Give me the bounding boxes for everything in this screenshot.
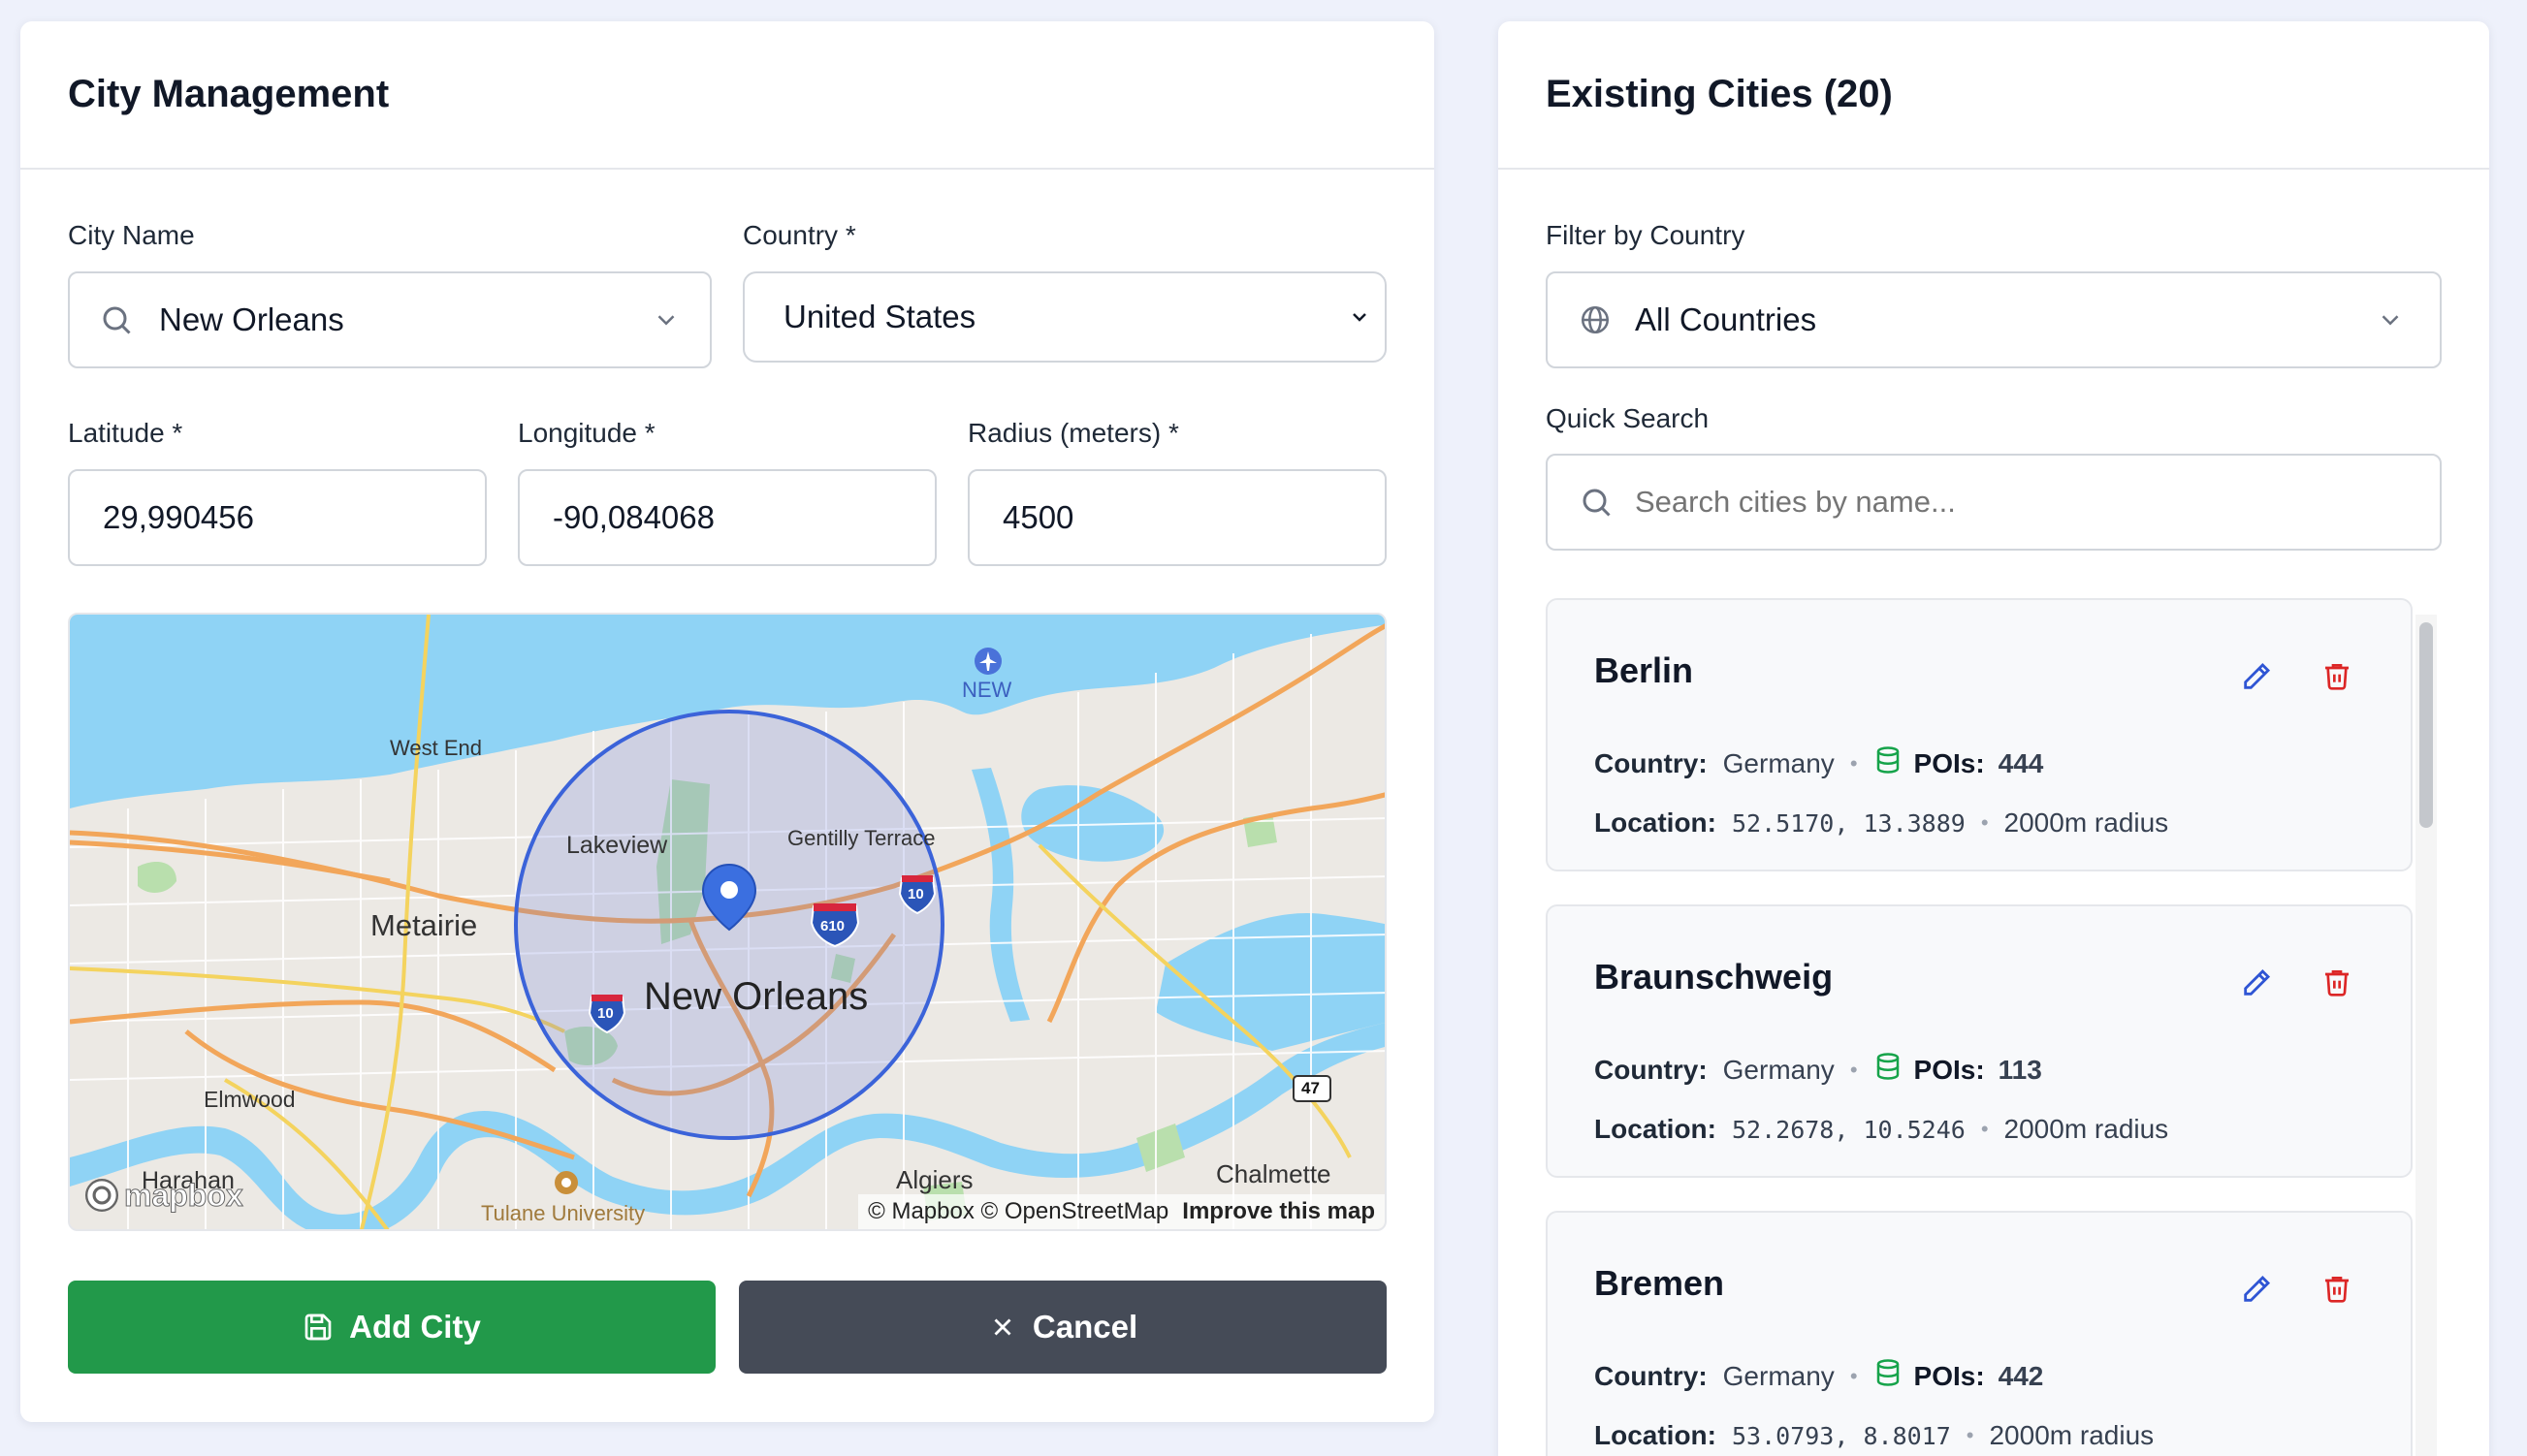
globe-icon — [1579, 303, 1612, 336]
chevron-down-icon — [2376, 305, 2405, 334]
location-key: Location: — [1594, 807, 1716, 838]
search-icon — [1579, 485, 1614, 520]
cancel-label: Cancel — [1032, 1309, 1138, 1345]
mapbox-logo[interactable]: mapbox — [83, 1177, 243, 1214]
save-icon — [303, 1312, 334, 1343]
country-label: Country * — [743, 220, 856, 250]
trash-icon[interactable] — [2321, 660, 2352, 698]
filter-country-select[interactable]: All Countries — [1546, 271, 2442, 368]
pois-key: POIs: — [1913, 1054, 1985, 1085]
pois-value: 442 — [1998, 1360, 2044, 1391]
country-key: Country: — [1594, 1360, 1708, 1391]
attribution-text[interactable]: © Mapbox © OpenStreetMap — [868, 1198, 1168, 1225]
city-name-label: City Name — [68, 220, 195, 250]
map-label-algiers: Algiers — [896, 1165, 974, 1194]
map-label-chalmette: Chalmette — [1216, 1159, 1331, 1188]
mapbox-logo-text: mapbox — [124, 1177, 244, 1213]
map-canvas — [70, 615, 1385, 1229]
city-management-panel: City Management City Name New Orleans Co… — [20, 21, 1434, 1422]
panel-title: City Management — [68, 73, 390, 115]
database-icon — [1873, 1358, 1903, 1394]
panel-header: Existing Cities (20) — [1498, 21, 2489, 170]
chevron-down-icon — [652, 305, 681, 334]
latitude-input[interactable]: 29,990456 — [68, 469, 487, 566]
longitude-input[interactable]: -90,084068 — [518, 469, 937, 566]
latitude-label: Latitude * — [68, 418, 183, 448]
city-card: Braunschweig Country: Germany • POIs: 11… — [1546, 904, 2413, 1178]
interstate-10-label: 10 — [597, 1005, 614, 1022]
longitude-label: Longitude * — [518, 418, 656, 448]
edit-icon[interactable] — [2240, 1273, 2273, 1311]
interstate-610-label: 610 — [820, 918, 846, 934]
radius-value: 4500 — [1003, 499, 1074, 535]
mapbox-logo-icon — [84, 1178, 119, 1213]
map-label-gentilly: Gentilly Terrace — [787, 826, 936, 850]
location-key: Location: — [1594, 1420, 1716, 1450]
map-attribution: © Mapbox © OpenStreetMap Improve this ma… — [858, 1194, 1385, 1229]
city-name: Berlin — [1594, 650, 1694, 690]
existing-cities-panel: Existing Cities (20) Filter by Country A… — [1498, 21, 2489, 1456]
panel-title: Existing Cities (20) — [1546, 73, 1893, 115]
country-value: Germany — [1722, 1054, 1835, 1085]
radius-value: 2000m radius — [2003, 1114, 2169, 1144]
trash-icon[interactable] — [2321, 1273, 2352, 1311]
map-label-west-end: West End — [390, 736, 482, 760]
close-icon — [988, 1313, 1017, 1342]
route-47-label: 47 — [1301, 1079, 1320, 1097]
longitude-value: -90,084068 — [553, 499, 715, 535]
database-icon — [1873, 745, 1903, 781]
panel-header: City Management — [20, 21, 1434, 170]
quick-search-label: Quick Search — [1546, 403, 1710, 433]
quick-search-field[interactable] — [1546, 454, 2442, 551]
radius-label: Radius (meters) * — [968, 418, 1179, 448]
scrollbar-thumb[interactable] — [2419, 622, 2433, 828]
cancel-button[interactable]: Cancel — [739, 1281, 1387, 1374]
city-name: Bremen — [1594, 1263, 1725, 1303]
map-label-metairie: Metairie — [370, 908, 478, 942]
city-name: Braunschweig — [1594, 957, 1834, 997]
map[interactable]: West End Lakeview Gentilly Terrace Metai… — [68, 613, 1387, 1231]
country-value: United States — [784, 299, 976, 334]
location-value: 52.2678, 10.5246 — [1732, 1115, 1966, 1144]
chevron-down-icon — [1348, 305, 1371, 329]
edit-icon[interactable] — [2240, 660, 2273, 698]
country-key: Country: — [1594, 1054, 1708, 1085]
country-select[interactable]: United States — [743, 271, 1387, 363]
map-label-airport: NEW — [962, 678, 1012, 702]
radius-value: 2000m radius — [1989, 1420, 2155, 1450]
radius-input[interactable]: 4500 — [968, 469, 1387, 566]
city-card: Bremen Country: Germany • POIs: 442 Loca… — [1546, 1211, 2413, 1456]
city-name-combobox[interactable]: New Orleans — [68, 271, 712, 368]
edit-icon[interactable] — [2240, 966, 2273, 1004]
country-value: Germany — [1722, 1360, 1835, 1391]
pois-value: 444 — [1998, 747, 2044, 778]
add-city-label: Add City — [349, 1309, 481, 1345]
radius-value: 2000m radius — [2003, 807, 2169, 838]
location-key: Location: — [1594, 1114, 1716, 1144]
country-key: Country: — [1594, 747, 1708, 778]
filter-country-value: All Countries — [1635, 301, 1817, 337]
pois-value: 113 — [1998, 1054, 2042, 1085]
location-value: 53.0793, 8.8017 — [1732, 1421, 1951, 1450]
improve-map-link[interactable]: Improve this map — [1182, 1198, 1375, 1225]
location-value: 52.5170, 13.3889 — [1732, 808, 1966, 838]
map-label-elmwood: Elmwood — [204, 1087, 296, 1112]
city-name-value: New Orleans — [159, 301, 344, 337]
search-icon — [99, 302, 134, 337]
map-label-lakeview: Lakeview — [566, 832, 668, 859]
quick-search-input[interactable] — [1635, 485, 2409, 520]
map-label-new-orleans: New Orleans — [644, 975, 869, 1018]
country-value: Germany — [1722, 747, 1835, 778]
filter-country-label: Filter by Country — [1546, 220, 1745, 250]
map-label-tulane: Tulane University — [481, 1201, 646, 1225]
pois-key: POIs: — [1913, 747, 1985, 778]
pois-key: POIs: — [1913, 1360, 1985, 1391]
interstate-10-label: 10 — [908, 886, 924, 902]
add-city-button[interactable]: Add City — [68, 1281, 716, 1374]
trash-icon[interactable] — [2321, 966, 2352, 1004]
city-card: Berlin Country: Germany • POIs: 444 Loca… — [1546, 598, 2413, 871]
database-icon — [1873, 1052, 1903, 1088]
latitude-value: 29,990456 — [103, 499, 254, 535]
